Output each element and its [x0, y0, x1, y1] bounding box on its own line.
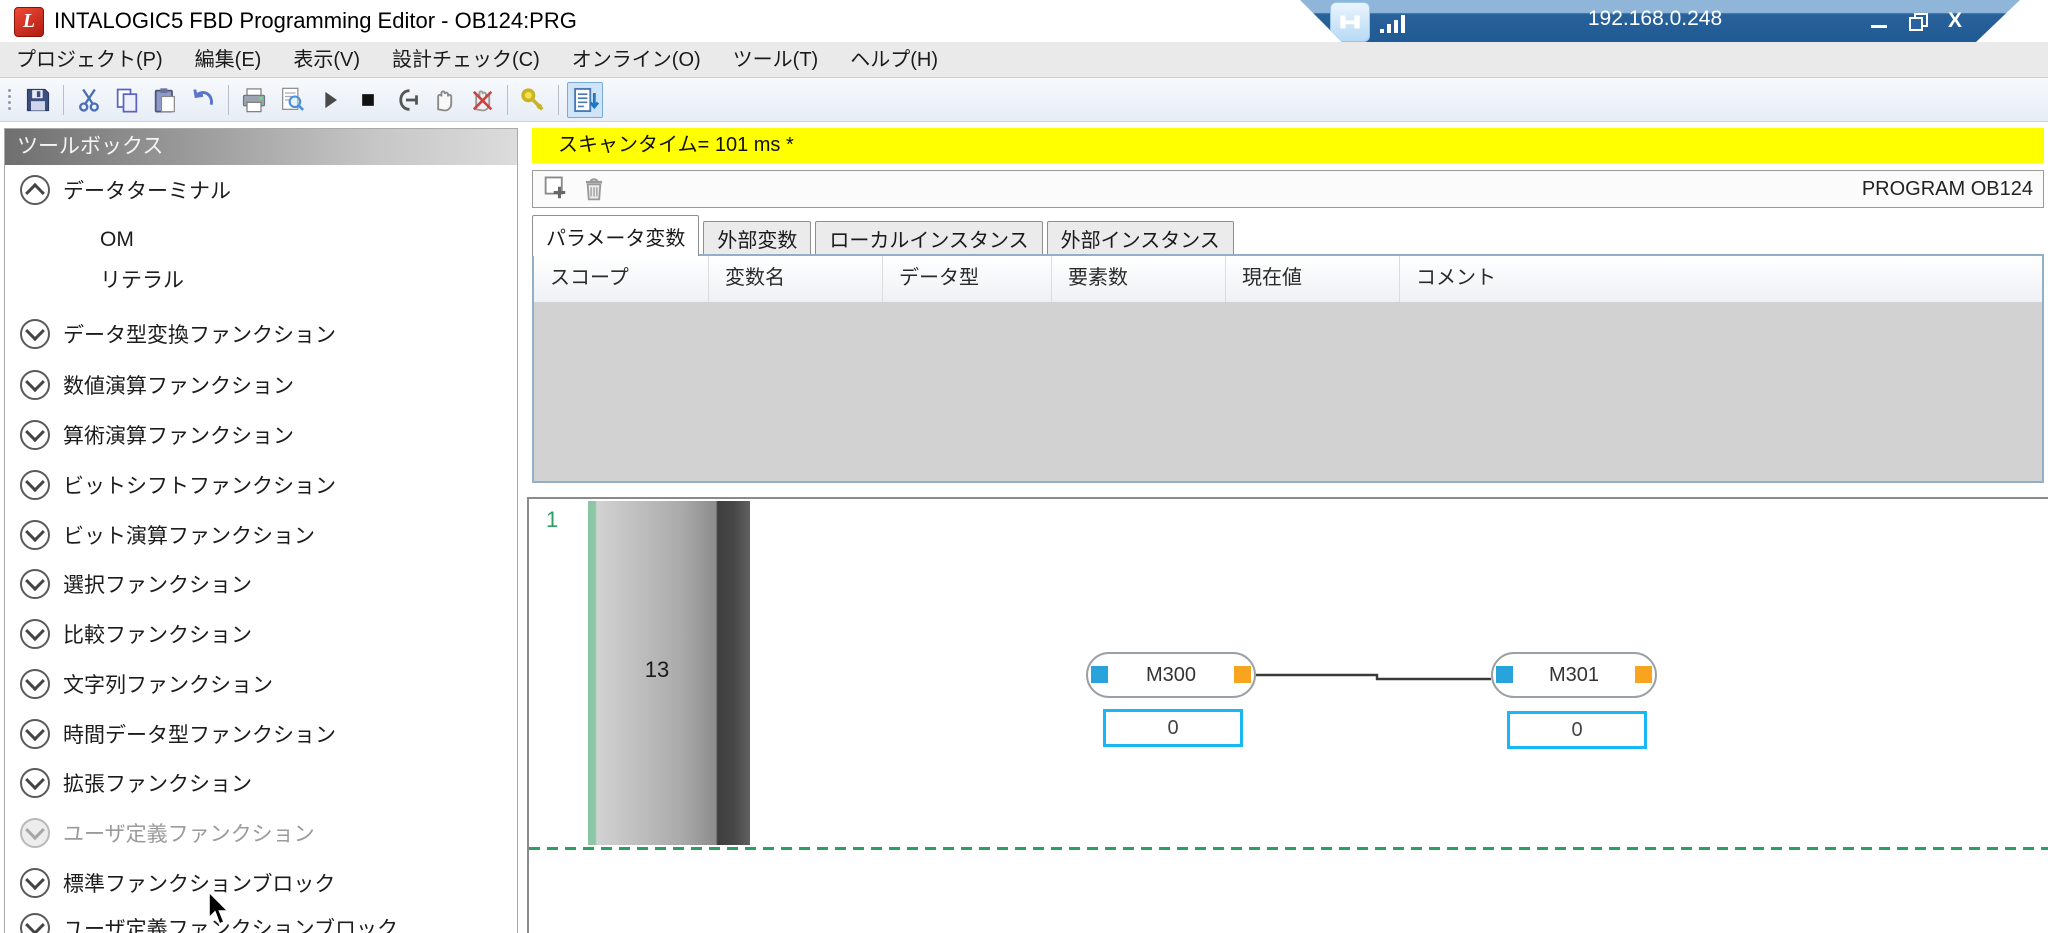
copy-icon[interactable]	[110, 83, 144, 117]
delete-block-icon[interactable]	[579, 174, 609, 204]
expand-icon[interactable]	[20, 520, 50, 550]
output-port[interactable]	[1234, 666, 1251, 683]
network-number: 1	[546, 507, 558, 533]
expand-icon[interactable]	[20, 768, 50, 798]
scan-time-bar: スキャンタイム= 101 ms *	[532, 128, 2044, 163]
toolbox-item-time-data-type[interactable]: 時間データ型ファンクション	[5, 709, 517, 759]
expand-icon[interactable]	[20, 868, 50, 898]
toolbox-item-user-defined-fb[interactable]: ユーザ定義ファンクションブロック	[5, 903, 517, 933]
toolbox-item-type-conversion[interactable]: データ型変換ファンクション	[5, 309, 517, 359]
menu-tools[interactable]: ツール(T)	[717, 43, 835, 77]
key-icon[interactable]	[516, 83, 550, 117]
toolbox-item-string[interactable]: 文字列ファンクション	[5, 659, 517, 709]
tab-parameter-variables[interactable]: パラメータ変数	[532, 215, 699, 256]
expand-icon[interactable]	[20, 913, 50, 933]
variable-table: スコープ 変数名 データ型 要素数 現在値 コメント	[532, 254, 2044, 483]
monitor-value-m301[interactable]: 0	[1507, 711, 1647, 749]
toolbar-grip-handle[interactable]	[8, 89, 11, 110]
input-port[interactable]	[1496, 666, 1513, 683]
block-m301[interactable]: M301	[1491, 652, 1657, 698]
toolbox-panel: ツールボックス データターミナル OM リテラル データ型変換ファンクション 数…	[4, 128, 518, 933]
block-m300[interactable]: M300	[1086, 652, 1256, 698]
monitor-stop-hand-icon[interactable]	[465, 83, 499, 117]
column-scope[interactable]: スコープ	[534, 256, 709, 302]
tab-local-instance[interactable]: ローカルインスタンス	[815, 221, 1042, 256]
toolbox-item-om[interactable]: OM	[5, 218, 517, 262]
toolbox-item-bit-shift[interactable]: ビットシフトファンクション	[5, 460, 517, 510]
menu-edit[interactable]: 編集(E)	[179, 43, 278, 77]
toolbox-item-standard-fb[interactable]: 標準ファンクションブロック	[5, 858, 517, 908]
undo-icon[interactable]	[186, 83, 220, 117]
connection-status-banner: 192.168.0.248 X	[1290, 0, 2020, 42]
toolbox-item-selection[interactable]: 選択ファンクション	[5, 559, 517, 609]
fbd-editor-window: L INTALOGIC5 FBD Programming Editor - OB…	[0, 0, 2048, 933]
column-data-type[interactable]: データ型	[883, 256, 1052, 302]
stop-icon[interactable]	[351, 83, 385, 117]
toolbox-item-arithmetic[interactable]: 算術演算ファンクション	[5, 410, 517, 460]
mouse-cursor	[207, 891, 241, 929]
expand-icon	[20, 818, 50, 848]
step-scan-icon[interactable]	[389, 83, 423, 117]
variable-tabstrip: パラメータ変数 外部変数 ローカルインスタンス 外部インスタンス	[532, 218, 1234, 256]
pause-hand-icon[interactable]	[427, 83, 461, 117]
output-port[interactable]	[1635, 666, 1652, 683]
collapse-icon[interactable]	[20, 175, 50, 205]
minimize-button[interactable]	[1871, 25, 1887, 28]
toolbox-item-user-defined-function: ユーザ定義ファンクション	[5, 808, 517, 858]
print-preview-icon[interactable]	[275, 83, 309, 117]
expand-icon[interactable]	[20, 319, 50, 349]
variable-table-body[interactable]	[534, 302, 2042, 481]
tab-external-instance[interactable]: 外部インスタンス	[1047, 221, 1234, 256]
block-label: M300	[1146, 664, 1196, 687]
menu-online[interactable]: オンライン(O)	[556, 43, 717, 77]
toolbox-item-comparison[interactable]: 比較ファンクション	[5, 609, 517, 659]
program-strip: PROGRAM OB124	[532, 170, 2044, 208]
block-label: M301	[1549, 664, 1599, 687]
restore-button[interactable]	[1909, 13, 1926, 30]
run-icon[interactable]	[313, 83, 347, 117]
program-name-label: PROGRAM OB124	[1862, 171, 2033, 207]
menu-view[interactable]: 表示(V)	[277, 43, 376, 77]
app-logo-icon: L	[14, 7, 44, 37]
menu-design-check[interactable]: 設計チェック(C)	[376, 43, 556, 77]
toolbox-title: ツールボックス	[5, 129, 517, 165]
window-title: INTALOGIC5 FBD Programming Editor - OB12…	[54, 0, 577, 42]
toolbox-item-bit-operation[interactable]: ビット演算ファンクション	[5, 510, 517, 560]
expand-icon[interactable]	[20, 420, 50, 450]
menu-help[interactable]: ヘルプ(H)	[834, 43, 954, 77]
paste-icon[interactable]	[148, 83, 182, 117]
monitor-value-m300[interactable]: 0	[1103, 709, 1243, 747]
expand-icon[interactable]	[20, 669, 50, 699]
main-toolbar	[0, 78, 2048, 122]
variable-table-header: スコープ 変数名 データ型 要素数 現在値 コメント	[534, 256, 2042, 303]
expand-icon[interactable]	[20, 569, 50, 599]
connection-wire	[529, 499, 2048, 933]
expand-icon[interactable]	[20, 719, 50, 749]
expand-icon[interactable]	[20, 370, 50, 400]
expand-icon[interactable]	[20, 619, 50, 649]
column-current-value[interactable]: 現在値	[1226, 256, 1400, 302]
toolbox-item-data-terminal[interactable]: データターミナル	[5, 165, 517, 215]
input-port[interactable]	[1091, 666, 1108, 683]
cut-icon[interactable]	[72, 83, 106, 117]
toolbox-item-extended[interactable]: 拡張ファンクション	[5, 758, 517, 808]
column-variable-name[interactable]: 変数名	[709, 256, 883, 302]
save-icon[interactable]	[21, 83, 55, 117]
fbd-canvas[interactable]: 1 13 M300 0 M301 0	[527, 497, 2048, 933]
network-divider	[529, 847, 2048, 850]
column-comment[interactable]: コメント	[1400, 256, 2042, 302]
toolbox-item-numeric-operation[interactable]: 数値演算ファンクション	[5, 360, 517, 410]
add-block-icon[interactable]	[541, 174, 571, 204]
expand-icon[interactable]	[20, 470, 50, 500]
toolbox-item-literal[interactable]: リテラル	[5, 257, 517, 301]
print-icon[interactable]	[237, 83, 271, 117]
menu-project[interactable]: プロジェクト(P)	[0, 43, 179, 77]
rail-label: 13	[588, 657, 726, 683]
close-button[interactable]: X	[1948, 0, 1962, 42]
tab-external-variables[interactable]: 外部変数	[703, 221, 811, 256]
monitor-list-icon[interactable]	[567, 82, 603, 118]
column-element-count[interactable]: 要素数	[1052, 256, 1226, 302]
menu-bar: プロジェクト(P) 編集(E) 表示(V) 設計チェック(C) オンライン(O)…	[0, 42, 2048, 78]
titlebar: L INTALOGIC5 FBD Programming Editor - OB…	[0, 0, 2048, 42]
